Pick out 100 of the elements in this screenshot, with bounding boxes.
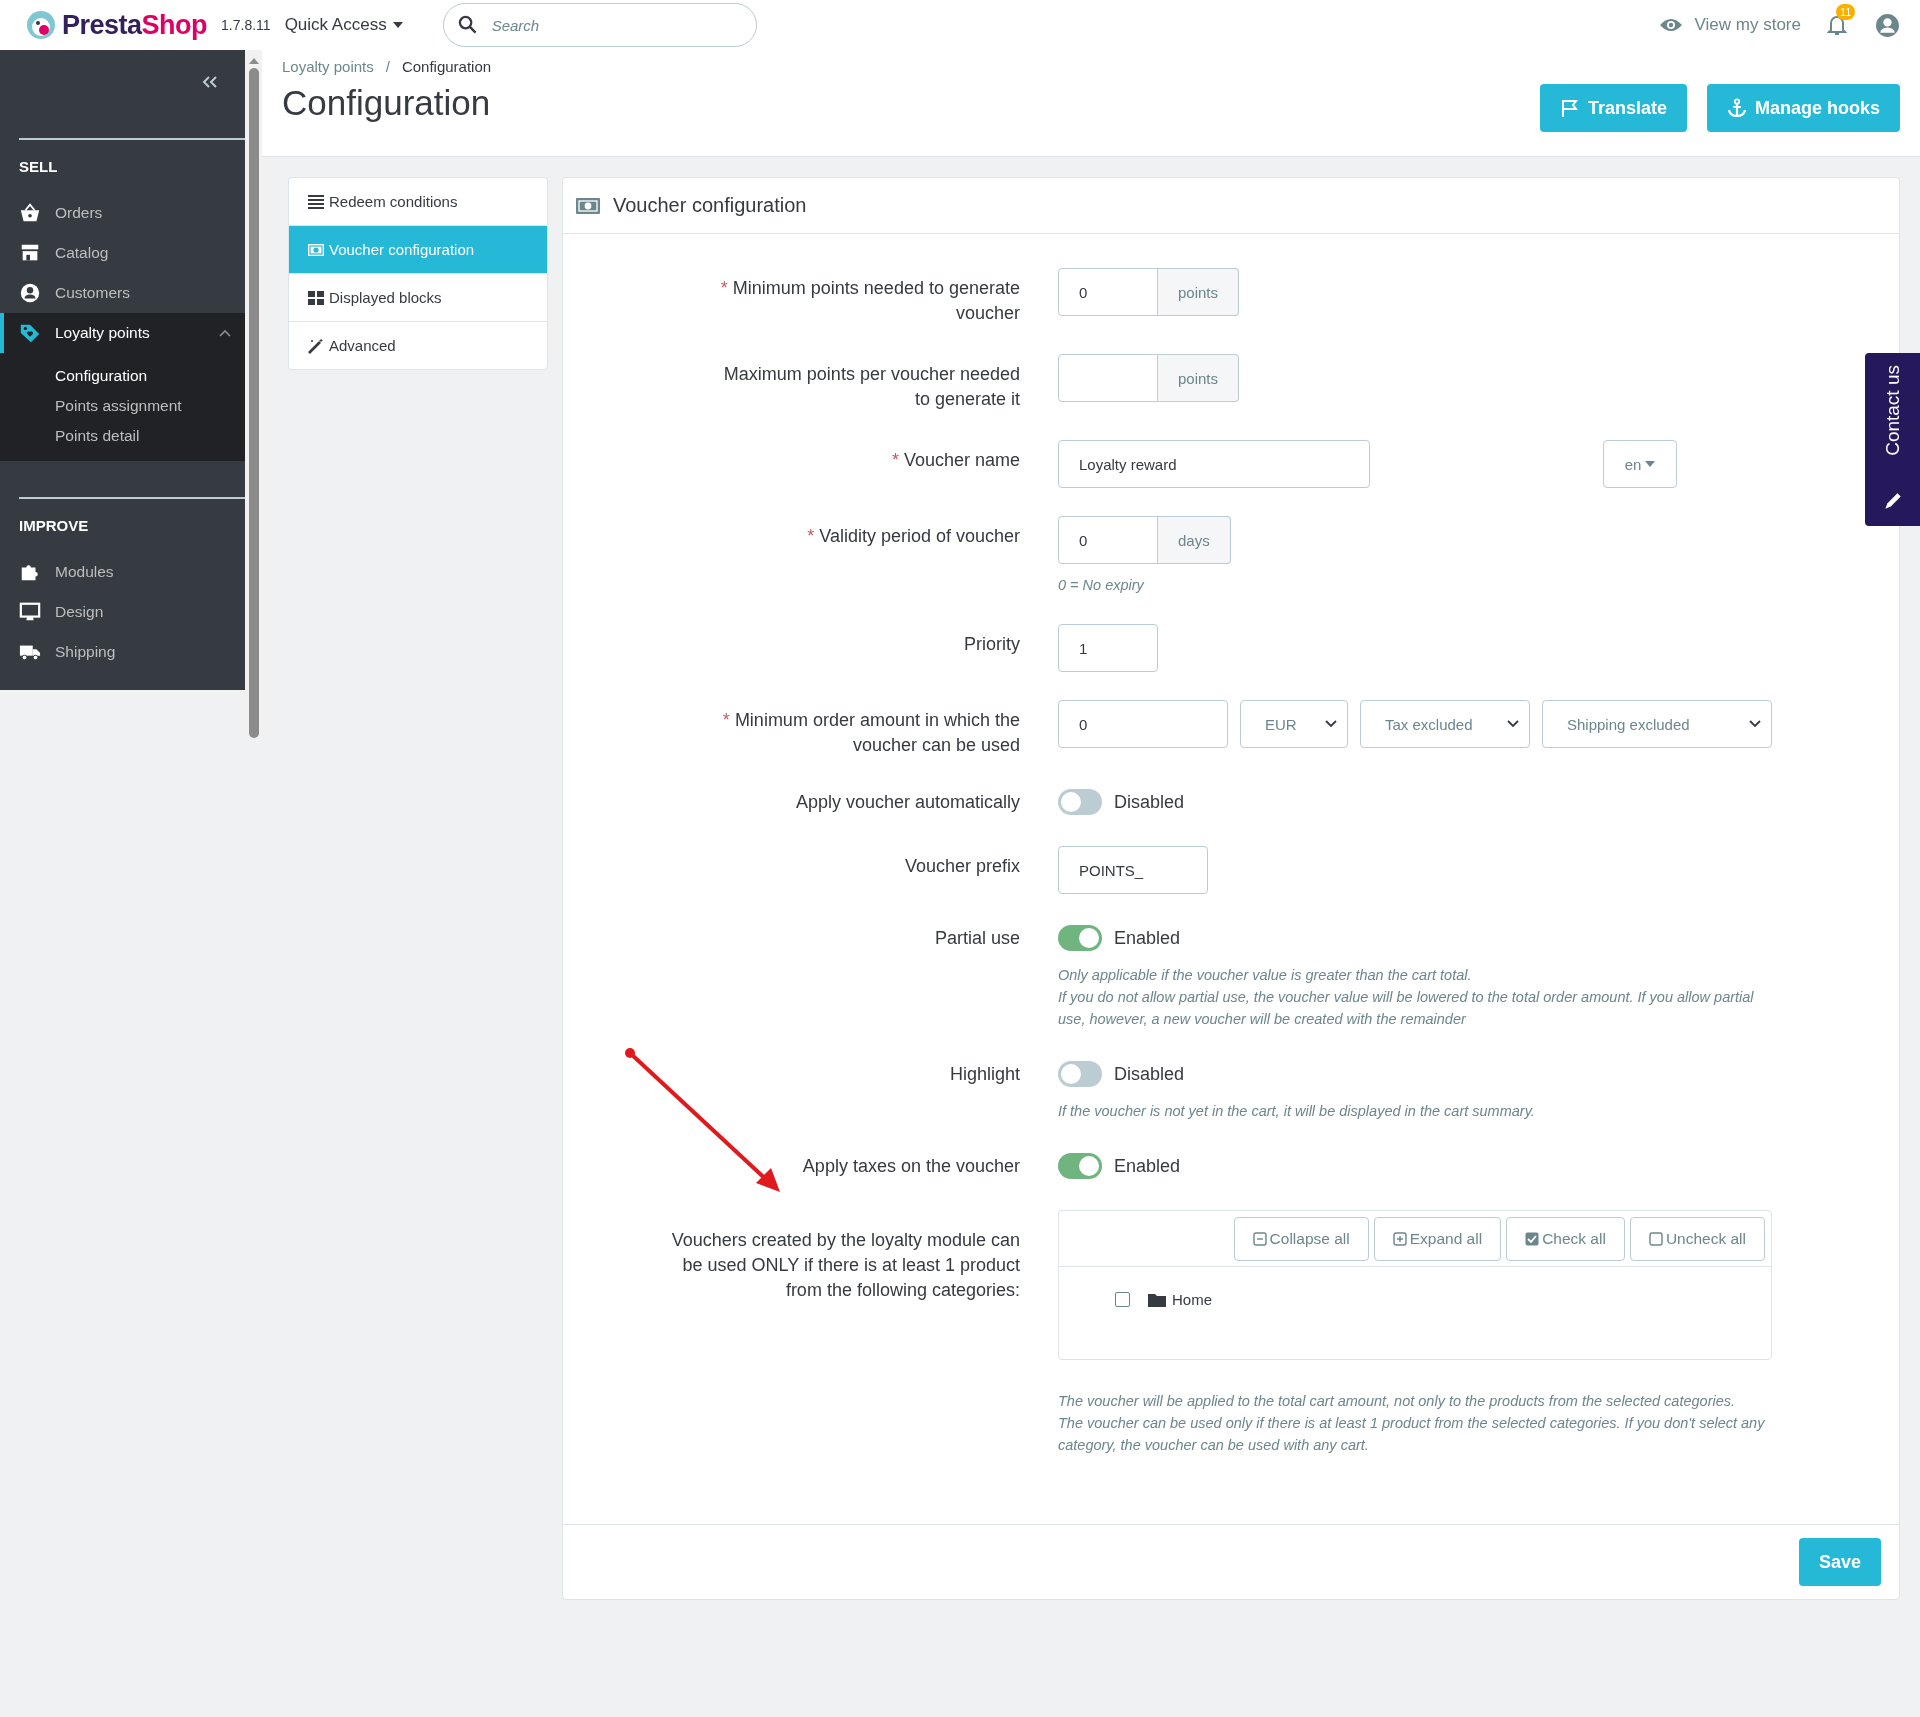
breadcrumb-link[interactable]: Configuration [401, 58, 492, 75]
toggle-switch[interactable] [1058, 1061, 1102, 1087]
toggle-switch[interactable] [1058, 1153, 1102, 1179]
field-label: Voucher name [903, 450, 1020, 470]
sidebar-subitem[interactable]: Points detail [0, 421, 245, 451]
chevron-down-icon [1325, 720, 1337, 728]
switch-state-text: Disabled [1114, 791, 1185, 813]
chevron-down-icon [1507, 720, 1519, 728]
select-dropdown[interactable]: Tax excluded [1360, 700, 1530, 748]
collapse-all-button[interactable]: Collapse all [1233, 1217, 1369, 1261]
basket-icon [19, 202, 41, 224]
required-mark: * [807, 526, 815, 546]
help-text: Only applicable if the voucher value is greater than the cart total. [1058, 966, 1473, 985]
notification-count: 11 [1836, 4, 1856, 20]
caret-icon [392, 22, 403, 28]
language-dropdown[interactable]: en [1603, 440, 1677, 488]
collapse-icon[interactable] [202, 76, 218, 88]
text-input[interactable]: 1 [1058, 624, 1158, 672]
breadcrumb-link[interactable]: Loyalty points [282, 58, 374, 75]
anchor-icon [1726, 98, 1747, 118]
number-input[interactable] [1058, 354, 1158, 402]
unit-addon: points [1158, 268, 1240, 316]
page-title: Configuration [282, 83, 492, 123]
field-label: Minimum points needed to generate voucher [732, 278, 1020, 323]
account-icon[interactable] [1875, 12, 1900, 38]
field-label: Voucher prefix [904, 856, 1020, 876]
required-mark: * [720, 278, 728, 298]
help-text: The voucher will be applied to the total cart amount, not only to the products from the selected categories. [1058, 1392, 1737, 1411]
sidebar-item[interactable]: Shipping [0, 632, 245, 672]
logo-text[interactable]: PrestaShop [62, 9, 208, 41]
search-icon [457, 15, 477, 34]
number-input[interactable]: 0 [1058, 516, 1158, 564]
monitor-icon [19, 601, 41, 623]
field-label: Apply voucher automatically [795, 792, 1020, 812]
sidebar-section-title: IMPROVE [18, 517, 90, 536]
uncheck-all-button[interactable]: Uncheck all [1629, 1217, 1765, 1261]
sidebar-item[interactable]: Catalog [0, 233, 245, 273]
tag-icon [19, 322, 41, 344]
select-dropdown[interactable]: Shipping excluded [1542, 700, 1772, 748]
logo-icon[interactable] [26, 10, 56, 40]
version-text: 1.7.8.11 [221, 17, 271, 33]
help-text: 0 = No expiry [1058, 576, 1146, 595]
sidebar-section-title: SELL [18, 158, 59, 177]
panel-title: Voucher configuration [613, 194, 807, 217]
unit-addon: days [1158, 516, 1231, 564]
help-text: The voucher can be used only if there is at least 1 product from the selected categories. If you don't select any category, the voucher can be used with any cart. [1058, 1414, 1766, 1455]
select-dropdown[interactable]: EUR [1240, 700, 1348, 748]
chevron-down-icon [1749, 720, 1761, 728]
sidebar-subitem[interactable]: Configuration [0, 361, 245, 391]
expand-all-button[interactable]: Expand all [1373, 1217, 1502, 1261]
help-text: If the voucher is not yet in the cart, it will be displayed in the cart summary. [1058, 1102, 1536, 1121]
toggle-switch[interactable] [1058, 789, 1102, 815]
plus-box-icon [1392, 1232, 1407, 1246]
breadcrumb-separator: / [385, 58, 390, 75]
view-store-link[interactable]: View my store [1694, 15, 1801, 35]
category-label[interactable]: Home [1172, 1291, 1212, 1308]
required-mark: * [891, 450, 899, 470]
sidebar-item[interactable]: Modules [0, 552, 245, 592]
list-icon [307, 193, 325, 210]
field-label: Maximum points per voucher needed to generate it [723, 364, 1020, 409]
required-mark: * [722, 710, 730, 730]
field-label: Priority [964, 634, 1020, 654]
amount-input[interactable]: 0 [1058, 700, 1228, 748]
search-field[interactable]: Search [442, 3, 757, 47]
sidebar-item[interactable]: Customers [0, 273, 245, 313]
banknote-icon [575, 196, 601, 215]
minus-box-icon [1252, 1232, 1267, 1246]
sidebar-item[interactable]: Orders [0, 193, 245, 233]
field-label: Highlight [949, 1064, 1020, 1084]
wand-icon [307, 337, 325, 354]
switch-state-text: Disabled [1114, 1063, 1185, 1085]
empty-box-icon [1648, 1232, 1663, 1246]
sidebar-item[interactable]: Design [0, 592, 245, 632]
checked-box-icon [1525, 1232, 1540, 1246]
number-input[interactable]: 0 [1058, 268, 1158, 316]
sidebar-subitem[interactable]: Points assignment [0, 391, 245, 421]
bell-icon[interactable] [1827, 14, 1847, 36]
contact-us-tab[interactable]: Contact us [1865, 353, 1920, 526]
caret-icon [1645, 461, 1656, 467]
category-checkbox[interactable] [1115, 1292, 1130, 1307]
field-label: Apply taxes on the voucher [802, 1156, 1020, 1176]
scroll-up-icon[interactable] [248, 58, 259, 64]
switch-state-text: Enabled [1114, 927, 1181, 949]
sidebar-item[interactable]: Loyalty points [0, 313, 245, 353]
eye-icon[interactable] [1658, 17, 1683, 33]
settings-tab[interactable]: Displayed blocks [289, 274, 547, 322]
text-input[interactable]: Loyalty reward [1058, 440, 1370, 488]
toggle-switch[interactable] [1058, 925, 1102, 951]
quick-access-menu[interactable]: Quick Access [284, 15, 403, 35]
text-input[interactable]: POINTS_ [1058, 846, 1208, 894]
chevron-up-icon[interactable] [219, 329, 231, 337]
money-icon [307, 241, 325, 258]
folder-icon [1148, 1292, 1166, 1307]
field-label: Vouchers created by the loyalty module can be used ONLY if there is at least 1 product from the following categories: [671, 1230, 1020, 1300]
check-all-button[interactable]: Check all [1506, 1217, 1625, 1261]
grid-icon [307, 289, 325, 306]
unit-addon: points [1158, 354, 1240, 402]
help-text: If you do not allow partial use, the voucher value will be lowered to the total order amount. If you allow partial use, however, a new voucher will be created with the remainder [1058, 988, 1755, 1029]
settings-tab[interactable]: Advanced [289, 322, 547, 369]
person-icon [19, 282, 41, 304]
